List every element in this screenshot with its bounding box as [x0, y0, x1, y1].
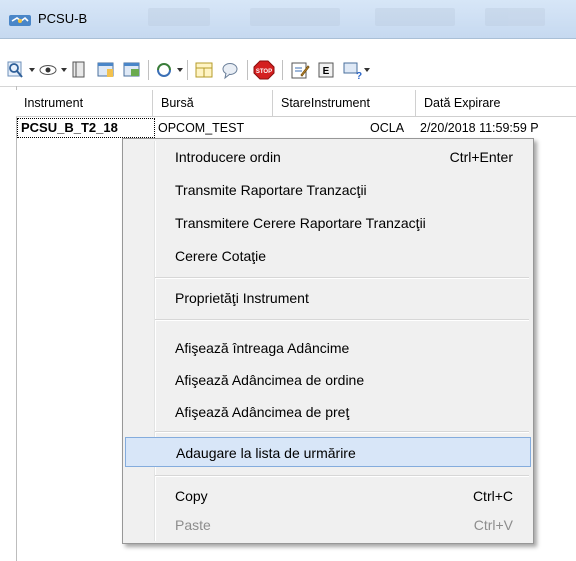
toolbar-separator [148, 60, 149, 80]
grid-header: Instrument Bursă StareInstrument Dată Ex… [16, 90, 576, 117]
menu-item-shortcut: Ctrl+Enter [449, 149, 513, 165]
column-header-stare[interactable]: StareInstrument [273, 90, 416, 116]
menu-separator [155, 431, 529, 433]
layout-icon[interactable] [194, 60, 214, 80]
chevron-down-icon[interactable] [29, 68, 35, 72]
window-titlebar: PCSU-B [0, 0, 576, 39]
menu-item-shortcut: Ctrl+V [473, 517, 513, 533]
stop-icon[interactable]: STOP [253, 60, 275, 80]
column-header-data-expirare[interactable]: Dată Expirare [416, 90, 576, 116]
menu-separator [155, 475, 529, 477]
menu-item-label: Introducere ordin [175, 149, 281, 165]
menu-item-label: Afişează Adâncimea de ordine [175, 372, 365, 388]
window-title: PCSU-B [38, 11, 88, 26]
menu-item-afiseaza-intreaga-adancime[interactable]: Afişează întreaga Adâncime [125, 333, 531, 363]
menu-item-label: Transmitere Cerere Raportare Tranzacţii [175, 215, 426, 231]
column-header-label: Instrument [24, 96, 84, 110]
menu-item-introducere-ordin[interactable]: Introducere ordin Ctrl+Enter [125, 142, 531, 172]
menu-item-label: Copy [175, 488, 208, 504]
search-icon[interactable] [6, 60, 26, 80]
table-row[interactable]: PCSU_B_T2_18 OPCOM_TEST OCLA 2/20/2018 1… [17, 117, 576, 139]
column-header-bursa[interactable]: Bursă [153, 90, 273, 116]
menu-item-label: Proprietăţi Instrument [175, 290, 309, 306]
menu-item-transmite-raportare[interactable]: Transmite Raportare Tranzacţii [125, 175, 531, 205]
grid-border [16, 86, 17, 561]
e-text: E [323, 66, 330, 77]
stop-text: STOP [256, 69, 272, 75]
menu-item-adaugare-lista-urmarire[interactable]: Adaugare la lista de urmărire [125, 437, 531, 467]
eye-icon[interactable] [38, 60, 58, 80]
cell-bursa[interactable]: OPCOM_TEST [158, 117, 244, 139]
column-header-instrument[interactable]: Instrument [16, 90, 153, 116]
e-icon[interactable]: E [316, 60, 336, 80]
column-header-label: Bursă [161, 96, 194, 110]
cycle-icon[interactable] [154, 60, 174, 80]
column-header-label: StareInstrument [281, 96, 370, 110]
book-icon[interactable] [70, 60, 88, 80]
menu-item-afiseaza-adancimea-ordine[interactable]: Afişează Adâncimea de ordine [125, 365, 531, 395]
cell-stare[interactable]: OCLA [370, 117, 404, 139]
toolbar-separator [187, 60, 188, 80]
chevron-down-icon[interactable] [177, 68, 183, 72]
column-header-label: Dată Expirare [424, 96, 501, 110]
menu-item-copy[interactable]: Copy Ctrl+C [125, 481, 531, 511]
menu-item-shortcut: Ctrl+C [472, 488, 513, 504]
toolbar-separator [282, 60, 283, 80]
edit-icon[interactable] [290, 60, 310, 80]
menu-item-label: Afişează întreaga Adâncime [175, 340, 350, 356]
menu-separator [155, 319, 529, 321]
toolbar: STOP E ? [0, 52, 576, 87]
menu-item-transmitere-cerere-raportare[interactable]: Transmitere Cerere Raportare Tranzacţii [125, 208, 531, 238]
window-icon[interactable] [96, 60, 116, 80]
menu-item-cerere-cotatie[interactable]: Cerere Cotaţie [125, 241, 531, 271]
menu-item-label: Paste [175, 517, 211, 533]
app-handshake-icon [9, 15, 31, 26]
context-menu: Introducere ordin Ctrl+Enter Transmite R… [122, 138, 534, 544]
help-icon[interactable]: ? [342, 60, 362, 80]
menu-separator [155, 277, 529, 279]
background-tabs [140, 4, 576, 30]
menu-item-proprietati-instrument[interactable]: Proprietăţi Instrument [125, 283, 531, 313]
chevron-down-icon[interactable] [364, 68, 370, 72]
toolbar-separator [247, 60, 248, 80]
menu-item-label: Cerere Cotaţie [175, 248, 267, 264]
menu-item-label: Adaugare la lista de urmărire [176, 445, 356, 461]
menu-item-afiseaza-adancimea-pret[interactable]: Afişează Adâncimea de preţ [125, 397, 531, 427]
svg-text:?: ? [356, 71, 362, 80]
window-add-icon[interactable] [122, 60, 142, 80]
menu-item-paste[interactable]: Paste Ctrl+V [125, 510, 531, 540]
chat-icon[interactable] [220, 60, 240, 80]
cell-data-expirare[interactable]: 2/20/2018 11:59:59 P [420, 117, 539, 139]
menu-item-label: Afişează Adâncimea de preţ [175, 404, 350, 420]
menu-item-label: Transmite Raportare Tranzacţii [175, 182, 367, 198]
cell-instrument[interactable]: PCSU_B_T2_18 [21, 117, 118, 139]
chevron-down-icon[interactable] [61, 68, 67, 72]
